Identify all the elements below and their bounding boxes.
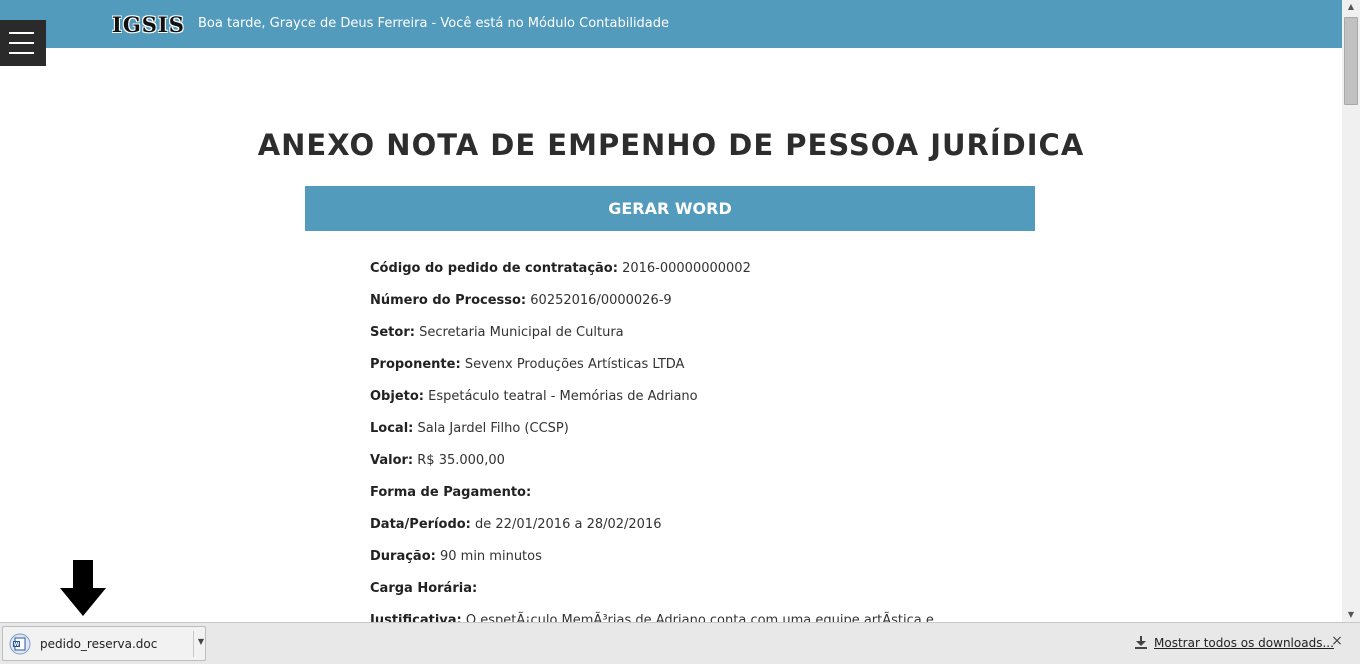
show-all-label[interactable]: Mostrar todos os downloads... [1154, 636, 1334, 650]
detail-value: Sevenx Produções Artísticas LTDA [464, 357, 685, 372]
detail-value: 2016-00000000002 [622, 261, 751, 276]
detail-row-justificativa: Justificativa: O espetÃ¡culo MemÃ³rias d… [370, 611, 970, 622]
detail-value: R$ 35.000,00 [417, 453, 505, 468]
contract-details: Código do pedido de contratação: 2016-00… [370, 259, 970, 622]
download-shelf: W pedido_reserva.doc ▼ Mostrar todos os … [0, 622, 1360, 664]
arrow-down-icon [60, 560, 106, 616]
word-doc-icon: W [9, 633, 31, 655]
detail-row-periodo: Data/Período: de 22/01/2016 a 28/02/2016 [370, 515, 970, 547]
detail-row-local: Local: Sala Jardel Filho (CCSP) [370, 419, 970, 451]
detail-label: Setor: [370, 325, 415, 340]
page-title: ANEXO NOTA DE EMPENHO DE PESSOA JURÍDICA [257, 128, 1085, 162]
detail-row-valor: Valor: R$ 35.000,00 [370, 451, 970, 483]
detail-value: de 22/01/2016 a 28/02/2016 [475, 517, 662, 532]
top-navbar: IGSIS Boa tarde, Grayce de Deus Ferreira… [0, 0, 1342, 48]
detail-value: Espetáculo teatral - Memórias de Adriano [428, 389, 698, 404]
detail-value: 90 min minutos [439, 549, 542, 564]
detail-value: Sala Jardel Filho (CCSP) [417, 421, 569, 436]
svg-text:W: W [14, 642, 20, 648]
hamburger-menu-icon[interactable] [0, 20, 46, 66]
menu-bar-line [9, 52, 34, 54]
detail-row-carga-horaria: Carga Horária: [370, 579, 970, 611]
brand-logo[interactable]: IGSIS [112, 12, 185, 37]
download-file-name[interactable]: pedido_reserva.doc [40, 637, 157, 651]
detail-value: O espetÃ¡culo MemÃ³rias de Adriano conta… [465, 613, 934, 622]
detail-label: Valor: [370, 453, 414, 468]
menu-bar-line [9, 32, 34, 34]
detail-row-proponente: Proponente: Sevenx Produções Artísticas … [370, 355, 970, 387]
detail-label: Proponente: [370, 357, 461, 372]
detail-label: Justificativa: [370, 613, 462, 622]
download-item[interactable]: W pedido_reserva.doc ▼ [2, 626, 206, 661]
detail-label: Código do pedido de contratação: [370, 261, 618, 276]
browser-viewport: IGSIS Boa tarde, Grayce de Deus Ferreira… [0, 0, 1342, 622]
detail-row-duracao: Duração: 90 min minutos [370, 547, 970, 579]
scroll-down-icon[interactable]: ▼ [1342, 608, 1360, 622]
detail-row-forma-pagamento: Forma de Pagamento: [370, 483, 970, 515]
generate-word-button[interactable]: GERAR WORD [305, 186, 1035, 231]
detail-label: Local: [370, 421, 414, 436]
detail-row-setor: Setor: Secretaria Municipal de Cultura [370, 323, 970, 355]
detail-value: Secretaria Municipal de Cultura [419, 325, 624, 340]
scrollbar-thumb[interactable] [1344, 17, 1358, 105]
detail-label: Objeto: [370, 389, 424, 404]
download-icon [1135, 636, 1147, 649]
detail-label: Carga Horária: [370, 581, 478, 596]
greeting-text: Boa tarde, Grayce de Deus Ferreira - Voc… [198, 16, 670, 31]
chevron-down-icon[interactable]: ▼ [195, 635, 207, 649]
close-icon[interactable]: × [1330, 634, 1344, 648]
detail-label: Duração: [370, 549, 436, 564]
vertical-scrollbar[interactable]: ▲ ▼ [1342, 0, 1360, 622]
detail-label: Data/Período: [370, 517, 471, 532]
item-divider [193, 631, 194, 657]
detail-label: Número do Processo: [370, 293, 527, 308]
menu-bar-line [9, 42, 34, 44]
detail-row-processo: Número do Processo: 60252016/0000026-9 [370, 291, 970, 323]
detail-row-codigo: Código do pedido de contratação: 2016-00… [370, 259, 970, 291]
scroll-up-icon[interactable]: ▲ [1342, 0, 1360, 14]
detail-row-objeto: Objeto: Espetáculo teatral - Memórias de… [370, 387, 970, 419]
detail-label: Forma de Pagamento: [370, 485, 532, 500]
show-all-downloads-link[interactable]: Mostrar todos os downloads... [1135, 636, 1334, 650]
detail-value: 60252016/0000026-9 [530, 293, 672, 308]
